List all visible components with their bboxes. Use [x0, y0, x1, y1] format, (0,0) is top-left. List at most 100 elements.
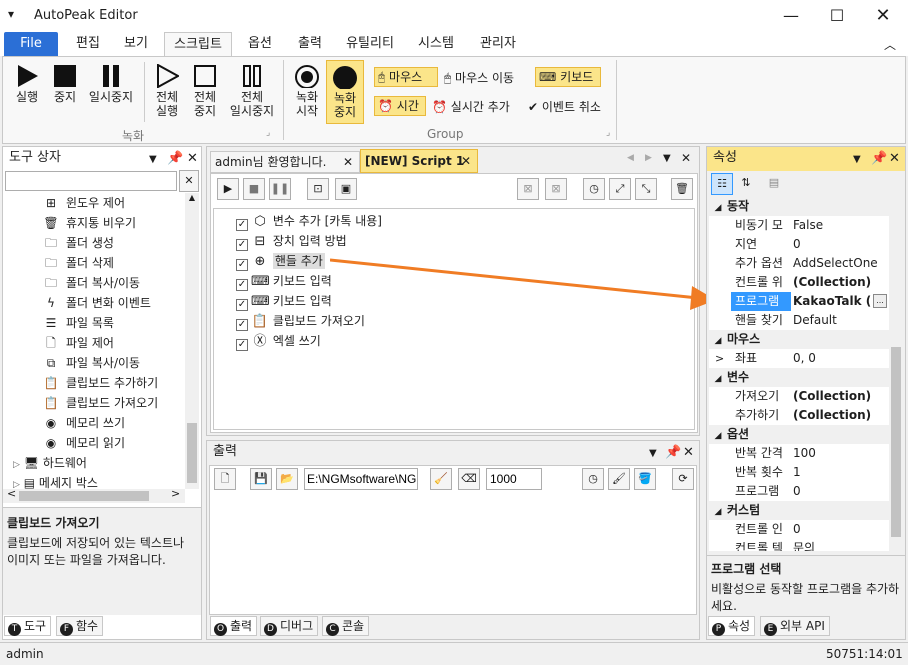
realtime-add-button[interactable]: ⏰ 실시간 추가 — [432, 98, 510, 115]
pin-icon[interactable]: 📌 — [871, 148, 887, 170]
clear-search-button[interactable]: ✕ — [179, 170, 199, 192]
editor-close-icon[interactable]: ✕ — [681, 151, 691, 165]
tab-admin[interactable]: 관리자 — [474, 32, 522, 56]
editor-run-from-button[interactable]: ▣ — [335, 178, 357, 200]
output-refresh-button[interactable]: ⟳ — [672, 468, 694, 490]
toolbox-item[interactable]: ◉ 메모리 쓰기 — [43, 413, 185, 433]
tab-edit[interactable]: 편집 — [66, 32, 110, 56]
stop-button[interactable]: 중지 — [48, 64, 82, 104]
script-row[interactable]: ✓ ⬡ 변수 추가 [카톡 내용] — [236, 211, 694, 231]
toolbox-item[interactable]: 🗑 휴지통 비우기 — [43, 213, 185, 233]
tab-script[interactable]: 스크립트 — [164, 32, 232, 56]
editor-disable-button[interactable]: ⊠ — [517, 178, 539, 200]
row-checkbox[interactable]: ✓ — [236, 219, 248, 231]
ellipsis-button[interactable]: ... — [873, 294, 887, 308]
toolbox-item[interactable]: 🗋 파일 제어 — [43, 333, 185, 353]
tab-debug[interactable]: D 디버그 — [260, 616, 319, 636]
scroll-thumb[interactable] — [19, 491, 149, 501]
output-open-button[interactable]: 📂 — [276, 468, 298, 490]
output-count-stepper[interactable] — [486, 468, 542, 490]
property-category[interactable]: ◢ 변수 — [709, 368, 889, 387]
property-row[interactable]: > 좌표 0, 0 — [709, 349, 889, 368]
scroll-thumb[interactable] — [187, 423, 197, 483]
editor-pause-button[interactable]: ❚❚ — [269, 178, 291, 200]
toolbox-hscrollbar[interactable]: < > — [3, 487, 185, 503]
property-value[interactable]: 0, 0 — [793, 349, 816, 368]
row-checkbox[interactable]: ✓ — [236, 259, 248, 271]
panel-menu-icon[interactable]: ▼ — [853, 149, 861, 171]
toolbox-item[interactable]: 📋 클립보드 가져오기 — [43, 393, 185, 413]
toolbox-item[interactable]: 🗀 폴더 생성 — [43, 233, 185, 253]
tab-console[interactable]: C 콘솔 — [322, 616, 370, 636]
property-row[interactable]: 반복 간격 100 — [709, 444, 889, 463]
property-pages-icon[interactable]: ▤ — [763, 173, 785, 195]
editor-trash-button[interactable]: 🗑 — [671, 178, 693, 200]
mouse-move-toggle[interactable]: 🖱 마우스 이동 — [444, 69, 514, 86]
property-row[interactable]: 추가하기 (Collection) — [709, 406, 889, 425]
tab-tools[interactable]: T 도구 — [4, 616, 52, 636]
property-category[interactable]: ◢ 마우스 — [709, 330, 889, 349]
editor-delete-button[interactable]: ⊠ — [545, 178, 567, 200]
editor-collapse-button[interactable]: ⤡ — [635, 178, 657, 200]
property-row[interactable]: 가져오기 (Collection) — [709, 387, 889, 406]
minimize-icon[interactable]: — — [768, 0, 814, 32]
property-row[interactable]: 컨트롤 텍 문의 — [709, 539, 889, 551]
output-brush-button[interactable]: 🖌 — [608, 468, 630, 490]
row-checkbox[interactable]: ✓ — [236, 239, 248, 251]
close-icon[interactable]: ✕ — [860, 0, 906, 32]
run-button[interactable]: 실행 — [8, 64, 46, 104]
script-row[interactable]: ✓ 📋 클립보드 가져오기 — [236, 311, 694, 331]
property-value[interactable]: False — [793, 216, 823, 235]
panel-menu-icon[interactable]: ▼ — [149, 149, 157, 171]
row-checkbox[interactable]: ✓ — [236, 279, 248, 291]
editor-expand-button[interactable]: ⤢ — [609, 178, 631, 200]
property-value[interactable]: 1 — [793, 463, 801, 482]
tab-utility[interactable]: 유틸리티 — [340, 32, 400, 56]
property-value[interactable]: (Collection) — [793, 273, 871, 292]
keyboard-toggle[interactable]: ⌨ 키보드 — [535, 67, 601, 87]
expand-icon[interactable]: > — [715, 349, 724, 368]
group-launcher-icon[interactable]: ⌟ — [266, 128, 270, 138]
tab-close-icon[interactable]: ✕ — [461, 150, 471, 172]
output-new-button[interactable]: 🗋 — [214, 468, 236, 490]
panel-menu-icon[interactable]: ▼ — [649, 443, 657, 465]
property-row[interactable]: 반복 횟수 1 — [709, 463, 889, 482]
output-path-input[interactable] — [304, 468, 418, 490]
scroll-thumb[interactable] — [891, 347, 901, 537]
event-cancel-button[interactable]: ✔ 이벤트 취소 — [528, 98, 601, 115]
time-toggle[interactable]: ⏰ 시간 — [374, 96, 426, 116]
property-row[interactable]: 컨트롤 위 (Collection) — [709, 273, 889, 292]
tab-list-icon[interactable]: ▼ — [663, 153, 671, 164]
tab-output[interactable]: 출력 — [290, 32, 330, 56]
property-row[interactable]: 비동기 모 False — [709, 216, 889, 235]
tree-group-messagebox[interactable]: ▷ ▤ 메세지 박스 — [3, 473, 185, 489]
tab-system[interactable]: 시스템 — [412, 32, 460, 56]
stop-all-button[interactable]: 전체 중지 — [186, 64, 224, 118]
property-category[interactable]: ◢ 커스텀 — [709, 501, 889, 520]
output-clock-button[interactable]: ◷ — [582, 468, 604, 490]
property-value[interactable]: 0 — [793, 482, 801, 501]
toolbox-item[interactable]: ⧉ 파일 복사/이동 — [43, 353, 185, 373]
property-value[interactable]: 100 — [793, 444, 816, 463]
editor-timer-button[interactable]: ◷ — [583, 178, 605, 200]
property-row[interactable]: 프로그램 0 — [709, 482, 889, 501]
system-menu-icon[interactable]: ▾ — [8, 7, 14, 21]
tree-group-hardware[interactable]: ▷ 🖥 하드웨어 — [3, 453, 185, 473]
toolbox-item[interactable]: 📋 클립보드 추가하기 — [43, 373, 185, 393]
record-stop-button[interactable]: 녹화 중지 — [326, 60, 364, 124]
toolbox-vscrollbar[interactable]: ▲ — [185, 193, 199, 489]
pause-button[interactable]: 일시중지 — [86, 64, 136, 104]
property-row[interactable]: 추가 옵션 AddSelectOne — [709, 254, 889, 273]
tab-external-api[interactable]: E 외부 API — [760, 616, 830, 636]
row-checkbox[interactable]: ✓ — [236, 299, 248, 311]
editor-tab-script1[interactable]: [NEW] Script 1 ✕ — [360, 149, 478, 173]
row-checkbox[interactable]: ✓ — [236, 339, 248, 351]
properties-vscrollbar[interactable] — [889, 197, 903, 551]
tab-scroll-right-icon[interactable]: ▶ — [645, 153, 652, 163]
pin-icon[interactable]: 📌 — [167, 148, 183, 170]
toolbox-item[interactable]: 🗀 폴더 복사/이동 — [43, 273, 185, 293]
record-start-button[interactable]: 녹화 시작 — [288, 64, 326, 118]
tab-output[interactable]: O 출력 — [210, 616, 258, 636]
mouse-toggle[interactable]: 🖰 마우스 — [374, 67, 438, 87]
tab-close-icon[interactable]: ✕ — [343, 152, 353, 172]
